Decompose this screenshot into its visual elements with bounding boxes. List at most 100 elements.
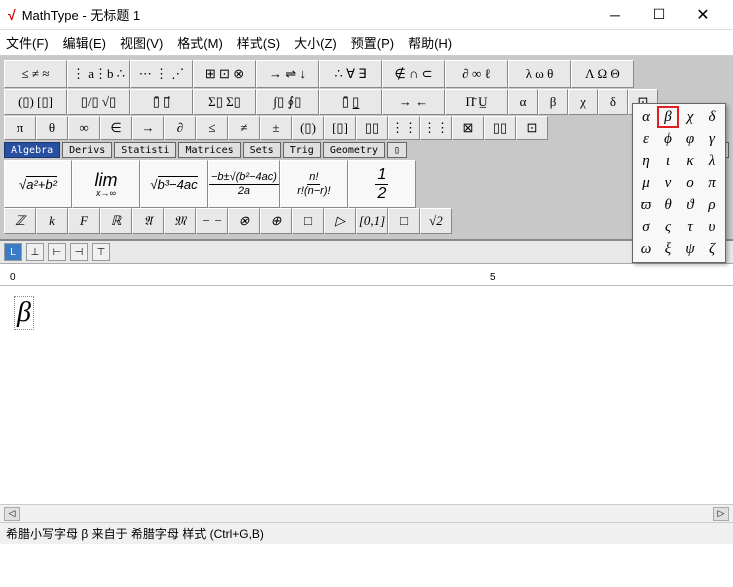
greek-zeta-cell[interactable]: ζ: [701, 238, 723, 260]
tab-geometry[interactable]: Geometry: [323, 142, 385, 158]
sym-bracket[interactable]: [▯]: [324, 116, 356, 140]
template-limit[interactable]: limx→∞: [72, 160, 140, 208]
greek-beta-cell[interactable]: β: [657, 106, 679, 128]
ruler[interactable]: 0 5: [0, 264, 733, 286]
sym-frakM[interactable]: 𝔐: [164, 208, 196, 234]
greek-chi[interactable]: χ: [568, 89, 598, 115]
template-pythagoras[interactable]: √a²+b²: [4, 160, 72, 208]
template-discriminant[interactable]: √b³−4ac: [140, 160, 208, 208]
sym-pm[interactable]: ±: [260, 116, 292, 140]
template-integrals[interactable]: ∫▯ ∮▯: [256, 89, 319, 115]
palette-set[interactable]: ∉ ∩ ⊂: [382, 60, 445, 88]
palette-relations[interactable]: ≤ ≠ ≈: [4, 60, 67, 88]
template-fences[interactable]: (▯) [▯]: [4, 89, 67, 115]
scroll-right-icon[interactable]: ▷: [713, 507, 729, 521]
scroll-left-icon[interactable]: ◁: [4, 507, 20, 521]
template-quadratic[interactable]: −b±√(b²−4ac)2a: [208, 160, 280, 208]
maximize-button[interactable]: ☐: [637, 1, 681, 29]
sym-interval[interactable]: [0,1]: [356, 208, 388, 234]
tab-trig[interactable]: Trig: [283, 142, 321, 158]
template-permutation[interactable]: n!r!(n−r)!: [280, 160, 348, 208]
tab-extra[interactable]: ▯: [387, 142, 407, 158]
sym-dash[interactable]: − −: [196, 208, 228, 234]
template-underover[interactable]: ▯̄ ▯̲: [319, 89, 382, 115]
greek-kappa-cell[interactable]: κ: [679, 150, 701, 172]
sym-infty[interactable]: ∞: [68, 116, 100, 140]
sym-slot2[interactable]: ⋮⋮: [388, 116, 420, 140]
sym-slot5[interactable]: ▯▯: [484, 116, 516, 140]
template-fractions[interactable]: ▯/▯ √▯: [67, 89, 130, 115]
greek-varpi-cell[interactable]: ϖ: [635, 194, 657, 216]
greek-theta-cell[interactable]: θ: [657, 194, 679, 216]
sym-leq[interactable]: ≤: [196, 116, 228, 140]
greek-delta-cell[interactable]: δ: [701, 106, 723, 128]
sym-frakA[interactable]: 𝔄: [132, 208, 164, 234]
menu-edit[interactable]: 编辑(E): [63, 33, 106, 52]
sym-slot4[interactable]: ⊠: [452, 116, 484, 140]
sym-theta[interactable]: θ: [36, 116, 68, 140]
sym-sqrt2[interactable]: √2: [420, 208, 452, 234]
tab-center[interactable]: ⊥: [26, 243, 44, 261]
greek-nu-cell[interactable]: ν: [657, 172, 679, 194]
greek-alpha[interactable]: α: [508, 89, 538, 115]
greek-beta[interactable]: β: [538, 89, 568, 115]
tab-sets[interactable]: Sets: [243, 142, 281, 158]
sym-partial[interactable]: ∂: [164, 116, 196, 140]
sym-neq[interactable]: ≠: [228, 116, 260, 140]
greek-epsilon-cell[interactable]: ε: [635, 128, 657, 150]
greek-mu-cell[interactable]: μ: [635, 172, 657, 194]
sym-Z[interactable]: ℤ: [4, 208, 36, 234]
greek-varsigma-cell[interactable]: ς: [657, 216, 679, 238]
tab-derivs[interactable]: Derivs: [62, 142, 112, 158]
sym-arrow[interactable]: →: [132, 116, 164, 140]
palette-logic[interactable]: ∴ ∀ ∃: [319, 60, 382, 88]
menu-help[interactable]: 帮助(H): [408, 33, 452, 52]
greek-psi-cell[interactable]: ψ: [679, 238, 701, 260]
greek-omicron-cell[interactable]: ο: [679, 172, 701, 194]
template-sums[interactable]: Σ▯ Σ▯: [193, 89, 256, 115]
tab-statistics[interactable]: Statisti: [114, 142, 176, 158]
sym-slot3[interactable]: ⋮⋮: [420, 116, 452, 140]
menu-file[interactable]: 文件(F): [6, 33, 49, 52]
sym-F[interactable]: F: [68, 208, 100, 234]
sym-k[interactable]: k: [36, 208, 68, 234]
tab-matrices[interactable]: Matrices: [178, 142, 240, 158]
sym-in[interactable]: ∈: [100, 116, 132, 140]
greek-eta-cell[interactable]: η: [635, 150, 657, 172]
palette-misc[interactable]: ∂ ∞ ℓ: [445, 60, 508, 88]
greek-alpha-cell[interactable]: α: [635, 106, 657, 128]
menu-format[interactable]: 格式(M): [177, 33, 223, 52]
palette-arrows[interactable]: → ⇌ ↓: [256, 60, 319, 88]
tab-right[interactable]: ⊢: [48, 243, 66, 261]
palette-spaces[interactable]: ⋮ a⋮b ∴: [67, 60, 130, 88]
sym-box2[interactable]: □: [388, 208, 420, 234]
horizontal-scrollbar[interactable]: ◁ ▷: [0, 504, 733, 522]
template-bars[interactable]: ▯̄ ▯⃗: [130, 89, 193, 115]
greek-rho-cell[interactable]: ρ: [701, 194, 723, 216]
greek-chi-cell[interactable]: χ: [679, 106, 701, 128]
palette-dots[interactable]: ⋯ ⋮ ⋰: [130, 60, 193, 88]
greek-tau-cell[interactable]: τ: [679, 216, 701, 238]
palette-greek-lower[interactable]: λ ω θ: [508, 60, 571, 88]
template-half[interactable]: 12: [348, 160, 416, 208]
greek-iota-cell[interactable]: ι: [657, 150, 679, 172]
sym-pi[interactable]: π: [4, 116, 36, 140]
greek-upsilon-cell[interactable]: υ: [701, 216, 723, 238]
sym-slot1[interactable]: ▯▯: [356, 116, 388, 140]
greek-xi-cell[interactable]: ξ: [657, 238, 679, 260]
greek-delta[interactable]: δ: [598, 89, 628, 115]
close-button[interactable]: ✕: [681, 1, 725, 29]
greek-lambda-cell[interactable]: λ: [701, 150, 723, 172]
menu-prefs[interactable]: 预置(P): [351, 33, 394, 52]
greek-vartheta-cell[interactable]: ϑ: [679, 194, 701, 216]
template-labeled-arrows[interactable]: → ←: [382, 89, 445, 115]
menu-style[interactable]: 样式(S): [237, 33, 280, 52]
sym-box[interactable]: □: [292, 208, 324, 234]
template-products[interactable]: Π̄ U̲: [445, 89, 508, 115]
palette-operators[interactable]: ⊞ ⊡ ⊗: [193, 60, 256, 88]
palette-greek-upper[interactable]: Λ Ω Θ: [571, 60, 634, 88]
greek-pi-cell[interactable]: π: [701, 172, 723, 194]
sym-oplus[interactable]: ⊕: [260, 208, 292, 234]
sym-paren[interactable]: (▯): [292, 116, 324, 140]
menu-view[interactable]: 视图(V): [120, 33, 163, 52]
